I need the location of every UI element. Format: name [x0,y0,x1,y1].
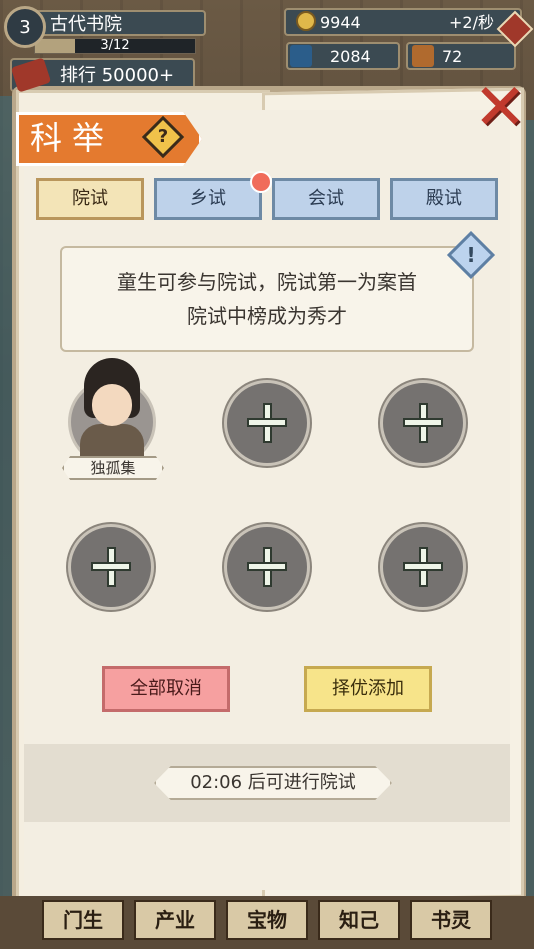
info-line-2: 院试中榜成为秀才 [187,304,347,328]
info-line-1: 童生可参与院试，院试第一为案首 [117,270,417,294]
modal-title: 科举 [30,119,115,157]
exam-timer: 02:06 后可进行院试 [154,766,392,800]
plus-icon [403,403,443,443]
auto-add-button[interactable]: 择优添加 [304,666,432,712]
candidate-slot-empty[interactable] [68,524,154,610]
book-icon [412,45,434,67]
cancel-all-button[interactable]: 全部取消 [102,666,230,712]
tab-dianshi[interactable]: 殿试 [390,178,498,220]
nav-item-confidant[interactable]: 知己 [318,900,400,940]
exam-info-box: 童生可参与院试，院试第一为案首 院试中榜成为秀才 [60,246,474,352]
coin-icon [296,11,316,31]
plus-icon [247,547,287,587]
notification-dot [250,171,272,193]
progress-text: 3/12 [100,38,130,53]
bottom-nav: 门生 产业 宝物 知己 书灵 [0,896,534,949]
candidate-slot-empty[interactable] [224,524,310,610]
plus-icon [403,547,443,587]
coin-counter: 9944 +2/秒 [284,8,522,36]
coin-value: 9944 [320,13,361,32]
nav-item-book-spirit[interactable]: 书灵 [410,900,492,940]
tab-huishi[interactable]: 会试 [272,178,380,220]
candidate-slot-empty[interactable] [224,380,310,466]
location-title: 古代书院 [26,10,206,36]
tab-yuanshi[interactable]: 院试 [36,178,144,220]
nav-item-students[interactable]: 门生 [42,900,124,940]
candidate-name: 独孤集 [62,456,164,480]
coin-rate: +2/秒 [449,13,494,32]
nav-item-industry[interactable]: 产业 [134,900,216,940]
plus-icon [247,403,287,443]
tab-xiangshi[interactable]: 乡试 [154,178,262,220]
talent-icon [290,45,312,67]
plus-icon [91,547,131,587]
close-button[interactable]: ✕ [468,71,532,145]
candidate-slot-empty[interactable] [380,524,466,610]
candidate-slot-empty[interactable] [380,380,466,466]
avatar-face [92,384,132,426]
nav-item-treasure[interactable]: 宝物 [226,900,308,940]
level-progress-bar: 3/12 [34,38,196,54]
level-badge: 3 [4,6,46,48]
close-icon: ✕ [473,71,527,145]
